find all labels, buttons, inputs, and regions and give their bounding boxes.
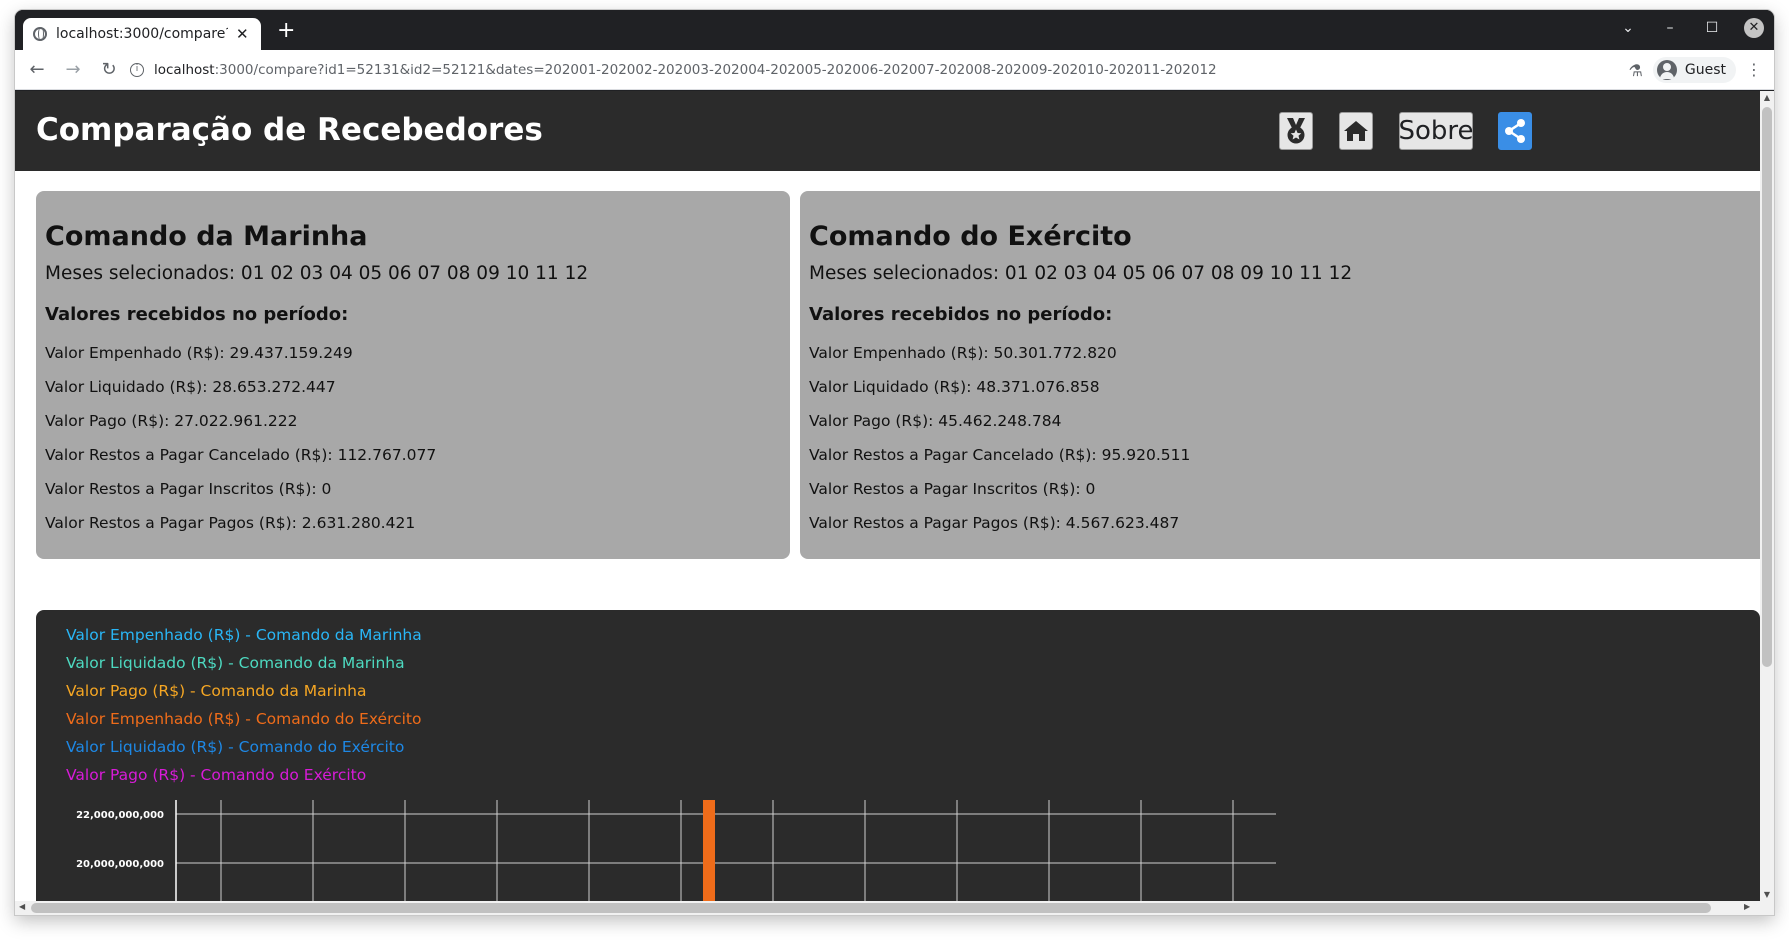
site-info-icon[interactable]: i <box>130 63 144 77</box>
legend-item[interactable]: Valor Liquidado (R$) - Comando do Exérci… <box>66 738 422 766</box>
tab-title: localhost:3000/compare?i <box>56 26 228 42</box>
y-tick-label: 20,000,000,000 <box>76 859 164 870</box>
new-tab-button[interactable]: + <box>277 20 295 42</box>
home-icon <box>1344 121 1368 141</box>
legend-item[interactable]: Valor Pago (R$) - Comando do Exército <box>66 766 422 794</box>
forward-arrow-icon[interactable]: → <box>59 59 87 80</box>
selected-months: Meses selecionados: 01 02 03 04 05 06 07… <box>45 263 589 284</box>
medal-icon <box>1287 118 1305 144</box>
value-liquidado: Valor Liquidado (R$): 28.653.272.447 <box>45 378 336 396</box>
scroll-right-icon[interactable]: ▶ <box>1744 902 1750 911</box>
minimize-icon[interactable]: – <box>1660 20 1680 36</box>
maximize-icon[interactable]: ☐ <box>1702 20 1722 36</box>
page-viewport: Comparação de Recebedores Sobre Comando … <box>15 91 1774 915</box>
chart-panel: Valor Empenhado (R$) - Comando da Marinh… <box>36 610 1760 915</box>
labs-flask-icon[interactable]: ⚗ <box>1629 61 1643 80</box>
selected-months: Meses selecionados: 01 02 03 04 05 06 07… <box>809 263 1353 284</box>
scroll-up-icon[interactable]: ▲ <box>1760 93 1774 102</box>
legend-item[interactable]: Valor Empenhado (R$) - Comando da Marinh… <box>66 626 422 654</box>
values-subheading: Valores recebidos no período: <box>809 304 1113 325</box>
value-liquidado: Valor Liquidado (R$): 48.371.076.858 <box>809 378 1100 396</box>
browser-window: localhost:3000/compare?i ✕ + ⌄ – ☐ ✕ ← →… <box>15 10 1774 915</box>
profile-name: Guest <box>1684 62 1726 78</box>
legend-item[interactable]: Valor Empenhado (R$) - Comando do Exérci… <box>66 710 422 738</box>
value-empenhado: Valor Empenhado (R$): 50.301.772.820 <box>809 344 1117 362</box>
home-button[interactable] <box>1339 112 1373 150</box>
values-list: Valor Empenhado (R$): 50.301.772.820 Val… <box>809 344 1190 548</box>
avatar-icon <box>1656 60 1677 80</box>
value-restos-inscritos: Valor Restos a Pagar Inscritos (R$): 0 <box>45 480 332 498</box>
vertical-scrollbar[interactable]: ▲ ▼ <box>1760 91 1774 915</box>
vertical-scroll-thumb[interactable] <box>1762 107 1772 667</box>
card-title: Comando da Marinha <box>45 221 368 252</box>
legend-item[interactable]: Valor Liquidado (R$) - Comando da Marinh… <box>66 654 422 682</box>
tab-search-icon[interactable]: ⌄ <box>1618 20 1638 36</box>
share-button[interactable] <box>1498 112 1532 150</box>
y-tick-label: 22,000,000,000 <box>76 810 164 821</box>
value-restos-cancelado: Valor Restos a Pagar Cancelado (R$): 112… <box>45 446 437 464</box>
scroll-left-icon[interactable]: ◀ <box>19 902 25 911</box>
recipient-card-marinha: Comando da Marinha Meses selecionados: 0… <box>36 191 790 559</box>
menu-kebab-icon[interactable]: ⋮ <box>1746 60 1762 79</box>
window-controls: ⌄ – ☐ ✕ <box>1618 18 1764 38</box>
url-host: localhost <box>154 62 215 78</box>
chart-bar[interactable] <box>703 800 715 910</box>
values-subheading: Valores recebidos no período: <box>45 304 349 325</box>
legend-item[interactable]: Valor Pago (R$) - Comando da Marinha <box>66 682 422 710</box>
card-title: Comando do Exército <box>809 221 1132 252</box>
browser-toolbar: ← → ↻ i localhost :3000/compare?id1=5213… <box>15 50 1774 90</box>
ranking-button[interactable] <box>1279 112 1313 150</box>
chart-gridlines <box>176 800 1276 910</box>
value-restos-inscritos: Valor Restos a Pagar Inscritos (R$): 0 <box>809 480 1096 498</box>
app-header: Comparação de Recebedores Sobre <box>15 91 1760 171</box>
tab-strip: localhost:3000/compare?i ✕ + ⌄ – ☐ ✕ <box>15 10 1774 50</box>
horizontal-scroll-thumb[interactable] <box>31 903 1711 913</box>
bar-chart: 22,000,000,000 20,000,000,000 <box>76 800 1276 910</box>
scroll-down-icon[interactable]: ▼ <box>1760 890 1774 899</box>
value-restos-pagos: Valor Restos a Pagar Pagos (R$): 4.567.6… <box>809 514 1180 532</box>
value-restos-cancelado: Valor Restos a Pagar Cancelado (R$): 95.… <box>809 446 1191 464</box>
address-bar[interactable]: i localhost :3000/compare?id1=52131&id2=… <box>130 55 1595 85</box>
window-close-icon[interactable]: ✕ <box>1744 18 1764 38</box>
value-pago: Valor Pago (R$): 45.462.248.784 <box>809 412 1062 430</box>
profile-button[interactable]: Guest <box>1652 57 1736 83</box>
chart-legend: Valor Empenhado (R$) - Comando da Marinh… <box>66 626 422 794</box>
value-pago: Valor Pago (R$): 27.022.961.222 <box>45 412 298 430</box>
value-empenhado: Valor Empenhado (R$): 29.437.159.249 <box>45 344 353 362</box>
value-restos-pagos: Valor Restos a Pagar Pagos (R$): 2.631.2… <box>45 514 416 532</box>
values-list: Valor Empenhado (R$): 29.437.159.249 Val… <box>45 344 436 548</box>
globe-icon <box>33 27 47 41</box>
tab-close-icon[interactable]: ✕ <box>236 25 249 43</box>
about-button[interactable]: Sobre <box>1398 112 1474 150</box>
page-title: Comparação de Recebedores <box>36 112 543 148</box>
horizontal-scrollbar[interactable]: ◀ ▶ <box>15 901 1760 915</box>
recipient-card-exercito: Comando do Exército Meses selecionados: … <box>800 191 1760 559</box>
back-arrow-icon[interactable]: ← <box>23 59 51 80</box>
share-icon <box>1505 119 1525 143</box>
reload-icon[interactable]: ↻ <box>95 59 123 80</box>
browser-tab[interactable]: localhost:3000/compare?i ✕ <box>23 18 261 50</box>
url-path: :3000/compare?id1=52131&id2=52121&dates=… <box>214 62 1217 78</box>
profile-area: ⚗ Guest <box>1629 56 1736 84</box>
